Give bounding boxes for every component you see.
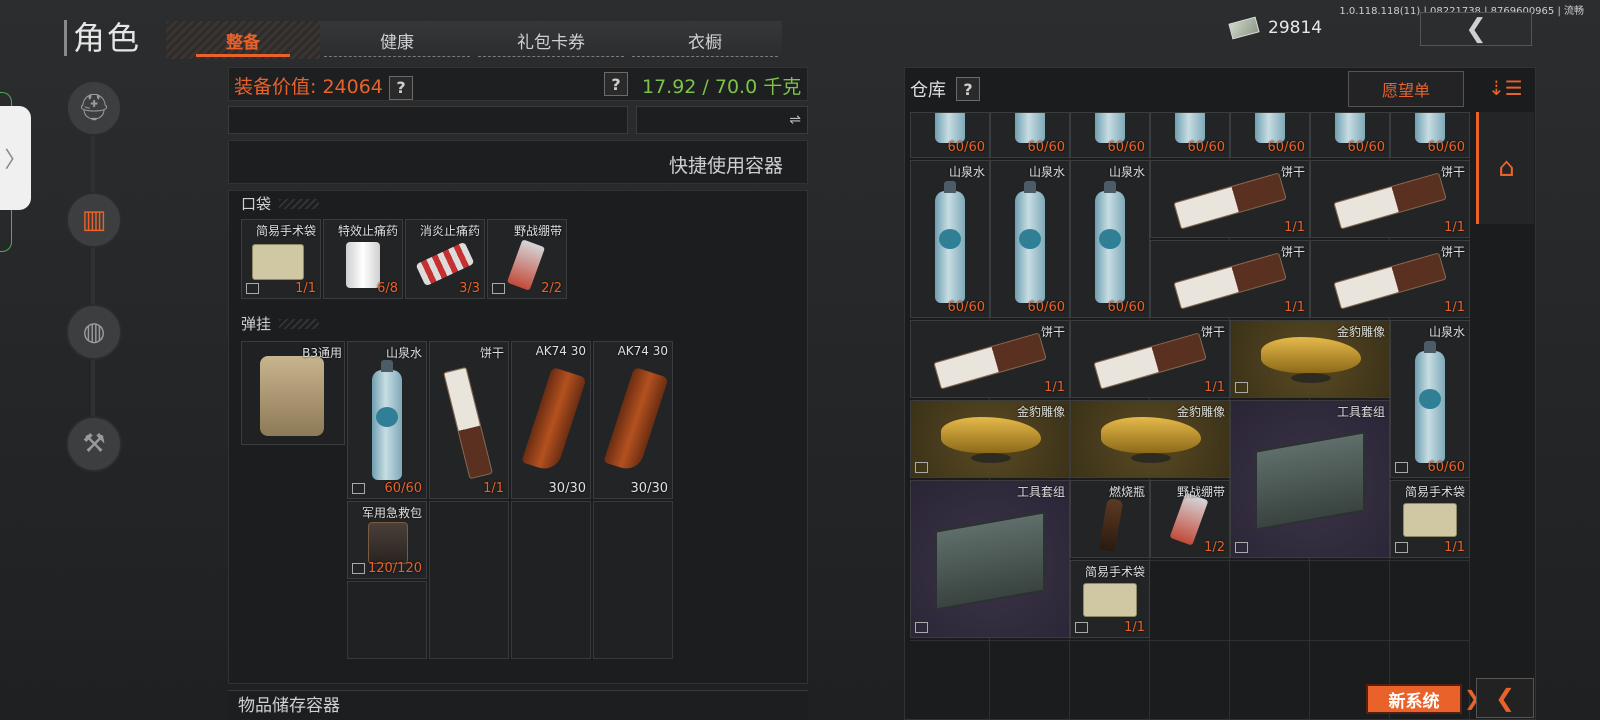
warehouse-item-water[interactable]: 60/60 (1150, 112, 1230, 158)
tab-wardrobe[interactable]: 衣橱 (628, 21, 782, 59)
tab-health[interactable]: 健康 (320, 21, 474, 59)
warehouse-item-water[interactable]: 山泉水 60/60 (990, 160, 1070, 318)
rig-item-biscuit[interactable]: 饼干 1/1 (429, 341, 509, 499)
pocket-section-label: 口袋 (235, 193, 319, 214)
warehouse-item-water[interactable]: 山泉水 60/60 (1070, 160, 1150, 318)
loadout-body: 口袋 简易手术袋 1/1 特效止痛药 6/8 消炎止痛药 3/3 野战绷带 2/… (228, 190, 808, 684)
category-rail (91, 100, 95, 460)
magazine-art (521, 366, 587, 474)
warehouse-item-gold-leopard[interactable]: 金豹雕像 (1070, 400, 1230, 478)
found-tag-icon (352, 563, 365, 574)
warehouse-item-water[interactable]: 山泉水 60/60 (1390, 320, 1470, 478)
chevron-left-icon: ❮ (1494, 684, 1516, 712)
equipment-value: 装备价值: 24064 ? (234, 72, 413, 100)
back-button[interactable]: ❮ (1420, 12, 1532, 46)
warehouse-item-water[interactable]: 60/60 (1390, 112, 1470, 158)
water-bottle-art (372, 360, 402, 480)
page-title: 角色 (64, 20, 141, 56)
money-display: 29814 (1228, 16, 1323, 40)
warehouse-item-toolbox[interactable]: 工具套组 (1230, 400, 1390, 558)
weight-readout: 17.92 / 70.0 千克 (642, 76, 802, 98)
surgery-kit-art (252, 244, 304, 280)
pocket-item-surgery-kit[interactable]: 简易手术袋 1/1 (241, 219, 321, 299)
warehouse-item-water[interactable]: 60/60 (1070, 112, 1150, 158)
warehouse-item-biscuit[interactable]: 饼干 1/1 (910, 320, 1070, 398)
warehouse-title: 仓库 ? (910, 76, 980, 102)
warehouse-item-water[interactable]: 山泉水 60/60 (910, 160, 990, 318)
pocket-item-painkiller[interactable]: 特效止痛药 6/8 (323, 219, 403, 299)
rig-empty-slot[interactable] (593, 501, 673, 659)
warehouse-item-surgery-kit[interactable]: 简易手术袋 1/1 (1070, 560, 1150, 638)
swap-slot-bar[interactable]: ⇌ (636, 106, 808, 134)
side-drawer-handle[interactable]: 〉 (0, 106, 31, 210)
collapse-button[interactable]: ❮ (1476, 678, 1534, 718)
warehouse-item-water[interactable]: 60/60 (990, 112, 1070, 158)
rig-item-water[interactable]: 山泉水 60/60 (347, 341, 427, 499)
found-tag-icon (492, 283, 505, 294)
biscuit-art (443, 366, 493, 480)
vest-category-icon[interactable]: ▥ (66, 192, 122, 248)
warehouse-item-biscuit[interactable]: 饼干 1/1 (1310, 160, 1470, 238)
rig-empty-slot[interactable] (347, 581, 427, 659)
rig-item-first-aid-kit[interactable]: 军用急救包 120/120 (347, 501, 427, 579)
storage-container-label[interactable]: 物品储存容器 (228, 690, 808, 720)
money-amount: 29814 (1268, 18, 1323, 38)
warehouse-item-biscuit[interactable]: 饼干 1/1 (1150, 240, 1310, 318)
warehouse-item-gold-leopard[interactable]: 金豹雕像 (910, 400, 1070, 478)
pills-art (415, 241, 475, 287)
quick-use-container[interactable]: 快捷使用容器 (228, 140, 808, 184)
help-icon[interactable]: ? (604, 72, 628, 96)
found-tag-icon (246, 283, 259, 294)
rig-item-ak74-mag-2[interactable]: AK74 30 30/30 (593, 341, 673, 499)
tab-prepare[interactable]: 整备 (166, 21, 320, 59)
helmet-gun-category-icon[interactable]: ⛑ (66, 80, 122, 136)
home-tab[interactable]: ⌂ (1476, 112, 1534, 224)
warehouse-item-water[interactable]: 60/60 (1230, 112, 1310, 158)
warehouse-grid: 60/60 60/60 60/60 60/60 60/60 60/60 60/6… (910, 112, 1470, 720)
rig-section-label: 弹挂 (235, 313, 319, 334)
warehouse-item-water[interactable]: 60/60 (1310, 112, 1390, 158)
cash-icon (1228, 16, 1260, 40)
equipment-slot-bar[interactable] (228, 106, 628, 134)
warehouse-item-gold-leopard[interactable]: 金豹雕像 (1230, 320, 1390, 398)
equipment-value-number: 24064 (322, 76, 383, 98)
painkiller-art (346, 242, 380, 288)
rig-empty-slot[interactable] (511, 501, 591, 659)
rig-slot[interactable]: B3通用 (241, 341, 345, 445)
pocket-item-anti-inflammatory[interactable]: 消炎止痛药 3/3 (405, 219, 485, 299)
help-icon[interactable]: ? (956, 77, 980, 101)
warehouse-item-surgery-kit[interactable]: 简易手术袋 1/1 (1390, 480, 1470, 558)
chevron-left-icon: ❮ (1465, 14, 1487, 44)
warehouse-title-text: 仓库 (910, 80, 946, 101)
chevron-right-icon: 〉 (4, 148, 27, 173)
magazine-art (603, 366, 669, 474)
new-system-button[interactable]: 新系统 (1366, 684, 1462, 714)
backpack-category-icon[interactable]: ◍ (66, 304, 122, 360)
warehouse-item-water[interactable]: 60/60 (910, 112, 990, 158)
warehouse-item-molotov[interactable]: 燃烧瓶 (1070, 480, 1150, 558)
warehouse-item-field-bandage[interactable]: 野战绷带 1/2 (1150, 480, 1230, 558)
weight-help[interactable]: ? (604, 72, 628, 96)
vest-art (260, 356, 324, 436)
quick-use-label: 快捷使用容器 (668, 155, 783, 177)
found-tag-icon (352, 483, 365, 494)
rig-item-ak74-mag-1[interactable]: AK74 30 30/30 (511, 341, 591, 499)
help-icon[interactable]: ? (388, 75, 413, 100)
wishlist-button[interactable]: 愿望单 (1348, 71, 1464, 107)
top-tabs: 整备 健康 礼包卡券 衣橱 (166, 21, 782, 59)
rig-empty-slot[interactable] (429, 501, 509, 659)
melee-category-icon[interactable]: ⚒ (66, 416, 122, 472)
warehouse-item-biscuit[interactable]: 饼干 1/1 (1310, 240, 1470, 318)
bandage-art (506, 239, 546, 291)
swap-icon: ⇌ (789, 112, 801, 128)
tab-gift-coupons[interactable]: 礼包卡券 (474, 21, 628, 59)
warehouse-item-biscuit[interactable]: 饼干 1/1 (1070, 320, 1230, 398)
warehouse-item-toolbox[interactable]: 工具套组 (910, 480, 1070, 638)
equipment-value-label: 装备价值: (234, 76, 317, 98)
warehouse-item-biscuit[interactable]: 饼干 1/1 (1150, 160, 1310, 238)
first-aid-kit-art (368, 522, 408, 564)
pocket-item-field-bandage[interactable]: 野战绷带 2/2 (487, 219, 567, 299)
sort-icon[interactable]: ⇣☰ (1488, 76, 1523, 100)
home-icon: ⌂ (1498, 153, 1515, 183)
